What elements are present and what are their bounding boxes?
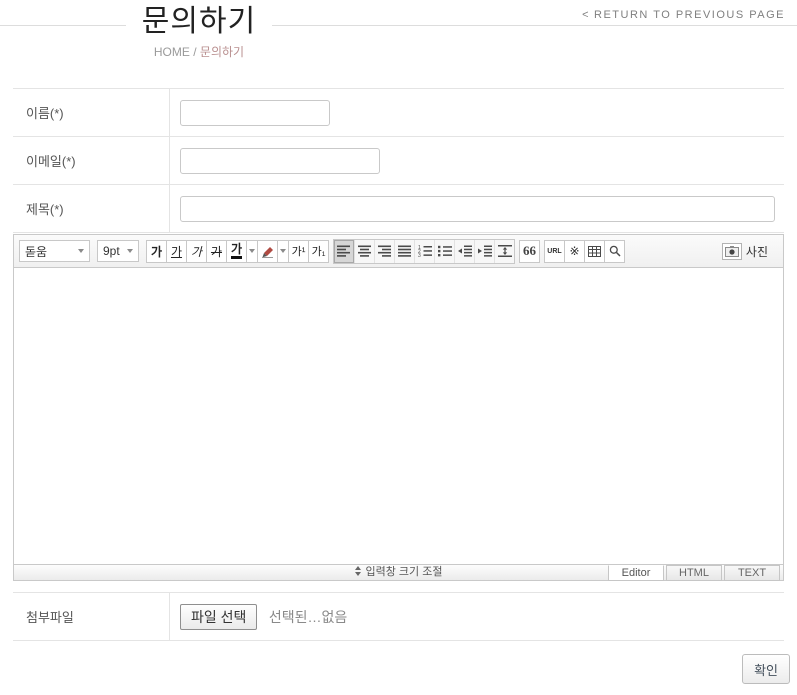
email-label: 이메일(*) <box>13 137 170 184</box>
chevron-down-icon <box>78 249 84 253</box>
italic-button[interactable]: 가 <box>186 239 207 263</box>
font-color-button[interactable]: 가 <box>226 239 247 263</box>
editor-bottom-bar: 입력창 크기 조절 Editor HTML TEXT <box>14 564 783 581</box>
font-size-value: 9pt <box>103 244 120 258</box>
subject-input[interactable] <box>180 195 775 222</box>
tab-html[interactable]: HTML <box>666 565 722 581</box>
align-left-button[interactable] <box>334 239 354 263</box>
subscript-button[interactable]: 가₁ <box>308 239 329 263</box>
photo-button-label: 사진 <box>745 244 768 259</box>
link-button[interactable]: URL <box>544 239 565 263</box>
email-input[interactable] <box>180 147 380 174</box>
form-row-name: 이름(*) <box>13 89 784 137</box>
form-row-attachment: 첨부파일 파일 선택 선택된…없음 <box>13 593 784 641</box>
rich-text-editor: 돋움 9pt 가 가 가 가 가 가¹ 가₁ 1 2 3 66 URL ※ 사진… <box>13 234 784 581</box>
italic-icon: 가 <box>190 244 203 259</box>
subscript-icon: 가₁ <box>311 246 326 258</box>
line-height-icon <box>497 245 512 257</box>
breadcrumb: HOME / 문의하기 <box>0 43 398 60</box>
underline-button[interactable]: 가 <box>166 239 187 263</box>
strikethrough-icon: 가 <box>210 244 223 259</box>
submit-row: 확인 <box>0 654 790 684</box>
file-status-text: 선택된…없음 <box>268 608 348 625</box>
ordered-list-button[interactable]: 123 <box>414 239 434 263</box>
text-style-group: 가 가 가 가 가 가¹ 가₁ <box>146 239 329 263</box>
return-link-label: RETURN TO PREVIOUS PAGE <box>594 9 785 21</box>
breadcrumb-separator: / <box>193 45 197 59</box>
align-justify-button[interactable] <box>394 239 414 263</box>
underline-icon: 가 <box>170 244 183 259</box>
align-center-icon <box>357 245 371 257</box>
search-icon <box>609 245 621 257</box>
subject-label: 제목(*) <box>13 185 170 232</box>
inquiry-form: 이름(*) 이메일(*) 제목(*) <box>13 88 784 233</box>
editor-toolbar: 돋움 9pt 가 가 가 가 가 가¹ 가₁ 1 2 3 66 URL ※ 사진 <box>14 235 783 268</box>
page-title: 문의하기 <box>125 0 273 44</box>
return-to-previous-page-link[interactable]: < RETURN TO PREVIOUS PAGE <box>582 9 785 21</box>
special-char-button[interactable]: ※ <box>564 239 585 263</box>
quote-icon: 66 <box>523 243 536 258</box>
superscript-button[interactable]: 가¹ <box>288 239 309 263</box>
photo-button[interactable]: 사진 <box>716 242 774 261</box>
paragraph-group: 123 <box>333 238 515 264</box>
editor-mode-tabs: Editor HTML TEXT <box>606 565 780 581</box>
breadcrumb-current: 문의하기 <box>199 45 245 59</box>
chevron-left-icon: < <box>582 9 591 21</box>
table-button[interactable] <box>584 239 605 263</box>
url-icon: URL <box>547 247 562 255</box>
align-justify-icon <box>397 245 411 257</box>
bold-button[interactable]: 가 <box>146 239 167 263</box>
blockquote-button[interactable]: 66 <box>519 239 540 263</box>
form-row-subject: 제목(*) <box>13 185 784 233</box>
unordered-list-icon <box>437 245 452 257</box>
name-input[interactable] <box>180 99 330 126</box>
align-right-button[interactable] <box>374 239 394 263</box>
outdent-button[interactable] <box>454 239 474 263</box>
unordered-list-button[interactable] <box>434 239 454 263</box>
svg-text:3: 3 <box>418 253 421 257</box>
confirm-button[interactable]: 확인 <box>742 654 790 684</box>
align-right-icon <box>377 245 391 257</box>
align-center-button[interactable] <box>354 239 374 263</box>
resize-arrows-icon <box>354 566 361 577</box>
file-select-button[interactable]: 파일 선택 <box>180 603 258 630</box>
resize-handle-label: 입력창 크기 조절 <box>365 566 443 578</box>
superscript-icon: 가¹ <box>291 246 306 258</box>
highlighter-pen-icon <box>262 246 273 258</box>
table-icon <box>588 245 601 257</box>
indent-button[interactable] <box>474 239 494 263</box>
breadcrumb-home[interactable]: HOME <box>154 45 190 59</box>
font-family-select[interactable]: 돋움 <box>19 240 90 262</box>
font-color-icon: 가 <box>230 242 243 260</box>
strikethrough-button[interactable]: 가 <box>206 239 227 263</box>
insert-group: URL ※ <box>544 239 625 263</box>
attachment-label: 첨부파일 <box>13 593 170 640</box>
camera-icon <box>721 242 742 260</box>
align-left-icon <box>337 245 350 257</box>
ordered-list-icon: 123 <box>418 245 432 257</box>
special-char-icon: ※ <box>569 244 580 258</box>
font-family-value: 돋움 <box>25 244 48 259</box>
find-button[interactable] <box>604 239 625 263</box>
name-label: 이름(*) <box>13 89 170 136</box>
bold-icon: 가 <box>150 244 163 259</box>
tab-editor[interactable]: Editor <box>608 565 664 581</box>
tab-text[interactable]: TEXT <box>724 565 780 581</box>
editor-content[interactable] <box>14 268 783 564</box>
chevron-down-icon <box>249 249 255 253</box>
chevron-down-icon <box>127 249 133 253</box>
indent-icon <box>477 245 492 257</box>
font-size-select[interactable]: 9pt <box>97 240 139 262</box>
line-height-button[interactable] <box>494 239 514 263</box>
outdent-icon <box>457 245 472 257</box>
chevron-down-icon <box>280 249 286 253</box>
attachment-section: 첨부파일 파일 선택 선택된…없음 <box>13 592 784 641</box>
page-header: < RETURN TO PREVIOUS PAGE 문의하기 HOME / 문의하… <box>0 0 797 88</box>
highlight-color-button[interactable] <box>257 239 278 263</box>
form-row-email: 이메일(*) <box>13 137 784 185</box>
